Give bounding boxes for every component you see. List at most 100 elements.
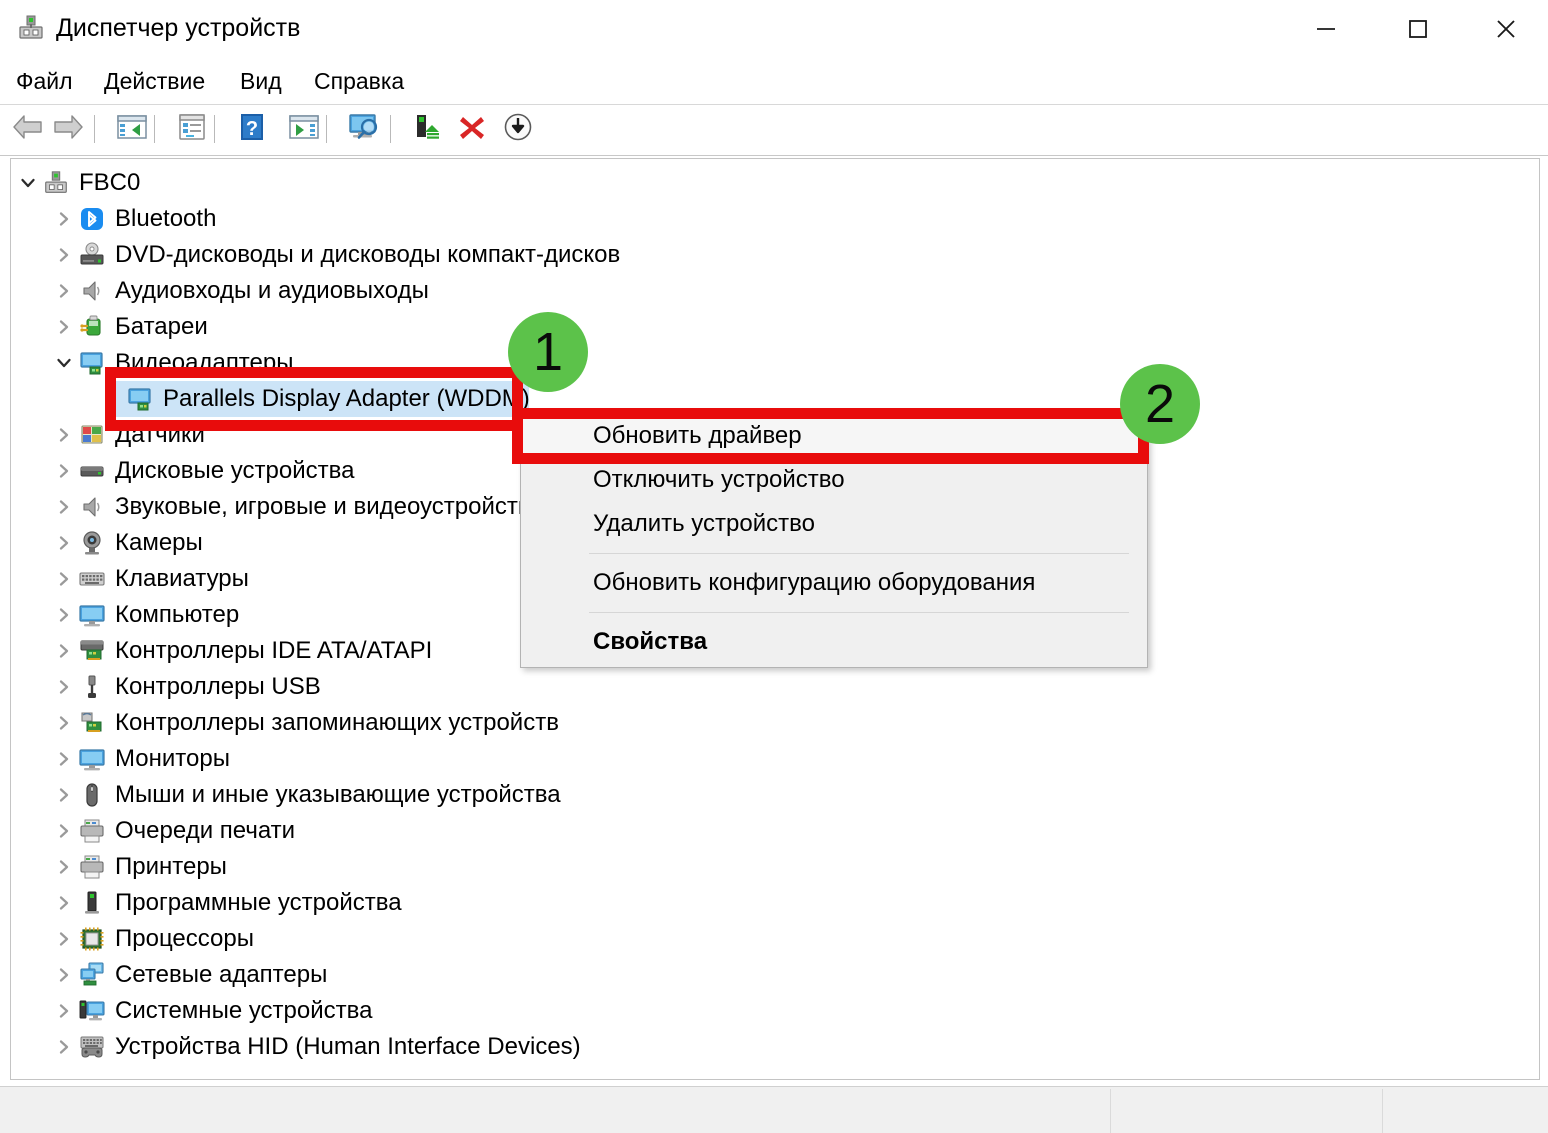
chevron-right-icon[interactable] <box>51 741 77 777</box>
tree-item-batteries[interactable]: Батареи <box>51 309 208 345</box>
tree-item-disk-drives[interactable]: Дисковые устройства <box>51 453 354 489</box>
chevron-right-icon[interactable] <box>51 1029 77 1065</box>
tree-item-hid-devices[interactable]: Устройства HID (Human Interface Devices) <box>51 1029 581 1065</box>
show-hide-console-tree-button[interactable] <box>112 109 152 149</box>
tree-item-bluetooth[interactable]: Bluetooth <box>51 201 216 237</box>
chevron-right-icon[interactable] <box>51 669 77 705</box>
tree-item-audio-io[interactable]: Аудиовходы и аудиовыходы <box>51 273 429 309</box>
tree-item-label: Камеры <box>115 529 203 556</box>
tree-item-mice[interactable]: Мыши и иные указывающие устройства <box>51 777 561 813</box>
tree-item-system-devices[interactable]: Системные устройства <box>51 993 372 1029</box>
tree-item-cameras[interactable]: Камеры <box>51 525 203 561</box>
tree-item-display-adapters[interactable]: Видеоадаптеры <box>51 345 293 381</box>
device-manager-icon <box>16 13 46 43</box>
context-menu-separator <box>589 612 1129 613</box>
menu-bar: Файл Действие Вид Справка <box>0 58 1548 104</box>
show-hide-action-pane-icon <box>288 112 320 147</box>
system-device-icon <box>77 996 107 1026</box>
properties-button[interactable] <box>172 109 212 149</box>
close-button[interactable] <box>1464 0 1548 58</box>
tree-item-monitors[interactable]: Мониторы <box>51 741 230 777</box>
chevron-right-icon[interactable] <box>51 957 77 993</box>
context-menu-item-uninstall-device[interactable]: Удалить устройство <box>521 502 1147 546</box>
tree-item-computer[interactable]: Компьютер <box>51 597 239 633</box>
minimize-button[interactable] <box>1280 0 1372 58</box>
context-menu-item-properties[interactable]: Свойства <box>521 620 1147 664</box>
tree-item-dvd-drives[interactable]: DVD-дисководы и дисководы компакт-дисков <box>51 237 620 273</box>
tree-item-network-adapters[interactable]: Сетевые адаптеры <box>51 957 327 993</box>
status-bar-divider <box>1110 1089 1111 1133</box>
device-context-menu[interactable]: Обновить драйвер Отключить устройство Уд… <box>520 410 1148 668</box>
maximize-button[interactable] <box>1372 0 1464 58</box>
chevron-right-icon[interactable] <box>51 237 77 273</box>
minimize-icon <box>1313 16 1339 42</box>
chevron-right-icon[interactable] <box>51 849 77 885</box>
chevron-right-icon[interactable] <box>51 777 77 813</box>
uninstall-device-button[interactable] <box>452 109 492 149</box>
update-driver-button[interactable] <box>408 109 448 149</box>
tree-item-printers[interactable]: Принтеры <box>51 849 227 885</box>
processor-icon <box>77 924 107 954</box>
chevron-right-icon[interactable] <box>51 921 77 957</box>
tree-item-processors[interactable]: Процессоры <box>51 921 254 957</box>
chevron-right-icon[interactable] <box>51 417 77 453</box>
menu-action[interactable]: Действие <box>104 58 205 104</box>
svg-text:?: ? <box>246 118 258 140</box>
tree-item-label: Дисковые устройства <box>115 457 355 484</box>
back-button[interactable] <box>8 109 48 149</box>
tree-item-sensors[interactable]: Датчики <box>51 417 205 453</box>
chevron-right-icon[interactable] <box>51 309 77 345</box>
tree-item-label: Очереди печати <box>115 817 296 844</box>
tree-item-parallels-display-adapter[interactable]: Parallels Display Adapter (WDDM) <box>111 381 530 417</box>
chevron-right-icon[interactable] <box>51 705 77 741</box>
scan-for-hardware-changes-button[interactable] <box>344 109 384 149</box>
tree-item-label: Контроллеры запоминающих устройств <box>115 709 559 736</box>
chevron-down-icon[interactable] <box>15 165 41 201</box>
menu-file[interactable]: Файл <box>16 58 73 104</box>
tree-item-software-devices[interactable]: Программные устройства <box>51 885 402 921</box>
chevron-right-icon[interactable] <box>51 993 77 1029</box>
tree-item-keyboards[interactable]: Клавиатуры <box>51 561 249 597</box>
window-title: Диспетчер устройств <box>56 14 301 42</box>
menu-view[interactable]: Вид <box>240 58 282 104</box>
menu-help[interactable]: Справка <box>314 58 404 104</box>
mouse-icon <box>77 780 107 810</box>
tree-item-label: Принтеры <box>115 853 227 880</box>
context-menu-item-disable-device[interactable]: Отключить устройство <box>521 458 1147 502</box>
hid-device-icon <box>77 1032 107 1062</box>
chevron-right-icon[interactable] <box>51 273 77 309</box>
chevron-down-icon[interactable] <box>51 345 77 381</box>
tree-item-label: Контроллеры USB <box>115 673 321 700</box>
chevron-right-icon[interactable] <box>51 201 77 237</box>
show-hide-action-pane-button[interactable] <box>284 109 324 149</box>
chevron-right-icon[interactable] <box>51 453 77 489</box>
forward-button[interactable] <box>48 109 88 149</box>
monitor-icon <box>77 600 107 630</box>
keyboard-icon <box>77 564 107 594</box>
context-menu-item-label: Удалить устройство <box>593 510 815 537</box>
chevron-right-icon[interactable] <box>51 489 77 525</box>
tree-item-sound-video-game[interactable]: Звуковые, игровые и видеоустройства <box>51 489 544 525</box>
tree-item-print-queues[interactable]: Очереди печати <box>51 813 295 849</box>
chevron-right-icon[interactable] <box>51 633 77 669</box>
tree-item-usb-controllers[interactable]: Контроллеры USB <box>51 669 321 705</box>
tree-root-item[interactable]: FBC0 <box>15 165 140 201</box>
tree-item-ide-controllers[interactable]: Контроллеры IDE ATA/ATAPI <box>51 633 432 669</box>
disable-device-button[interactable] <box>498 109 538 149</box>
tree-item-label: Контроллеры IDE ATA/ATAPI <box>115 637 433 664</box>
chevron-right-icon[interactable] <box>51 813 77 849</box>
context-menu-item-label: Обновить драйвер <box>593 422 802 449</box>
chevron-right-icon[interactable] <box>51 597 77 633</box>
tree-item-label: Видеоадаптеры <box>115 349 294 376</box>
forward-arrow-icon <box>51 112 85 147</box>
tree-item-storage-controllers[interactable]: Контроллеры запоминающих устройств <box>51 705 559 741</box>
chevron-right-icon[interactable] <box>51 561 77 597</box>
help-button[interactable]: ? <box>232 109 272 149</box>
chevron-right-icon[interactable] <box>51 885 77 921</box>
chevron-right-icon[interactable] <box>51 525 77 561</box>
context-menu-item-scan-hardware-changes[interactable]: Обновить конфигурацию оборудования <box>521 561 1147 605</box>
properties-icon <box>177 112 207 147</box>
tree-item-label: Клавиатуры <box>115 565 249 592</box>
context-menu-item-update-driver[interactable]: Обновить драйвер <box>521 414 1147 458</box>
dvd-drive-icon <box>77 240 107 270</box>
